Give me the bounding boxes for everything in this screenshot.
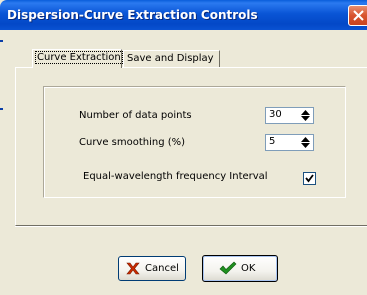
x-icon	[126, 262, 140, 275]
num-points-value: 30	[269, 109, 282, 120]
edge-tick	[0, 40, 3, 42]
equal-wavelength-checkbox[interactable]	[303, 172, 316, 185]
cancel-button[interactable]: Cancel	[118, 256, 186, 281]
ok-label: OK	[241, 263, 256, 274]
spin-down-icon[interactable]	[301, 143, 310, 148]
close-icon	[353, 10, 364, 21]
checkmark-icon	[305, 174, 314, 183]
num-points-label: Number of data points	[79, 110, 192, 121]
dialog-window: Dispersion-Curve Extraction Controls Cur…	[0, 0, 367, 295]
title-bar[interactable]: Dispersion-Curve Extraction Controls	[0, 0, 367, 30]
tab-save-and-display-label: Save and Display	[127, 53, 214, 64]
tab-curve-extraction[interactable]: Curve Extraction	[32, 49, 123, 68]
cancel-label: Cancel	[145, 263, 179, 274]
tab-save-and-display[interactable]: Save and Display	[123, 50, 220, 67]
tab-curve-extraction-label: Curve Extraction	[35, 51, 123, 64]
equal-wavelength-label: Equal-wavelength frequency Interval	[83, 171, 268, 182]
panel-divider	[15, 226, 367, 230]
spinner-arrows-icon[interactable]	[299, 108, 313, 123]
window-title: Dispersion-Curve Extraction Controls	[7, 8, 258, 22]
smoothing-value: 5	[269, 136, 276, 147]
ok-button[interactable]: OK	[202, 255, 278, 282]
checkmark-icon	[219, 261, 237, 275]
num-points-spinner[interactable]: 30	[265, 107, 314, 124]
smoothing-spinner[interactable]: 5	[265, 134, 314, 151]
edge-tick	[0, 108, 3, 110]
spinner-arrows-icon[interactable]	[299, 135, 313, 150]
spin-down-icon[interactable]	[301, 116, 310, 121]
spin-up-icon[interactable]	[301, 110, 310, 115]
smoothing-label: Curve smoothing (%)	[79, 137, 186, 148]
window-left-edge	[0, 30, 4, 295]
close-button[interactable]	[348, 5, 367, 26]
spin-up-icon[interactable]	[301, 137, 310, 142]
